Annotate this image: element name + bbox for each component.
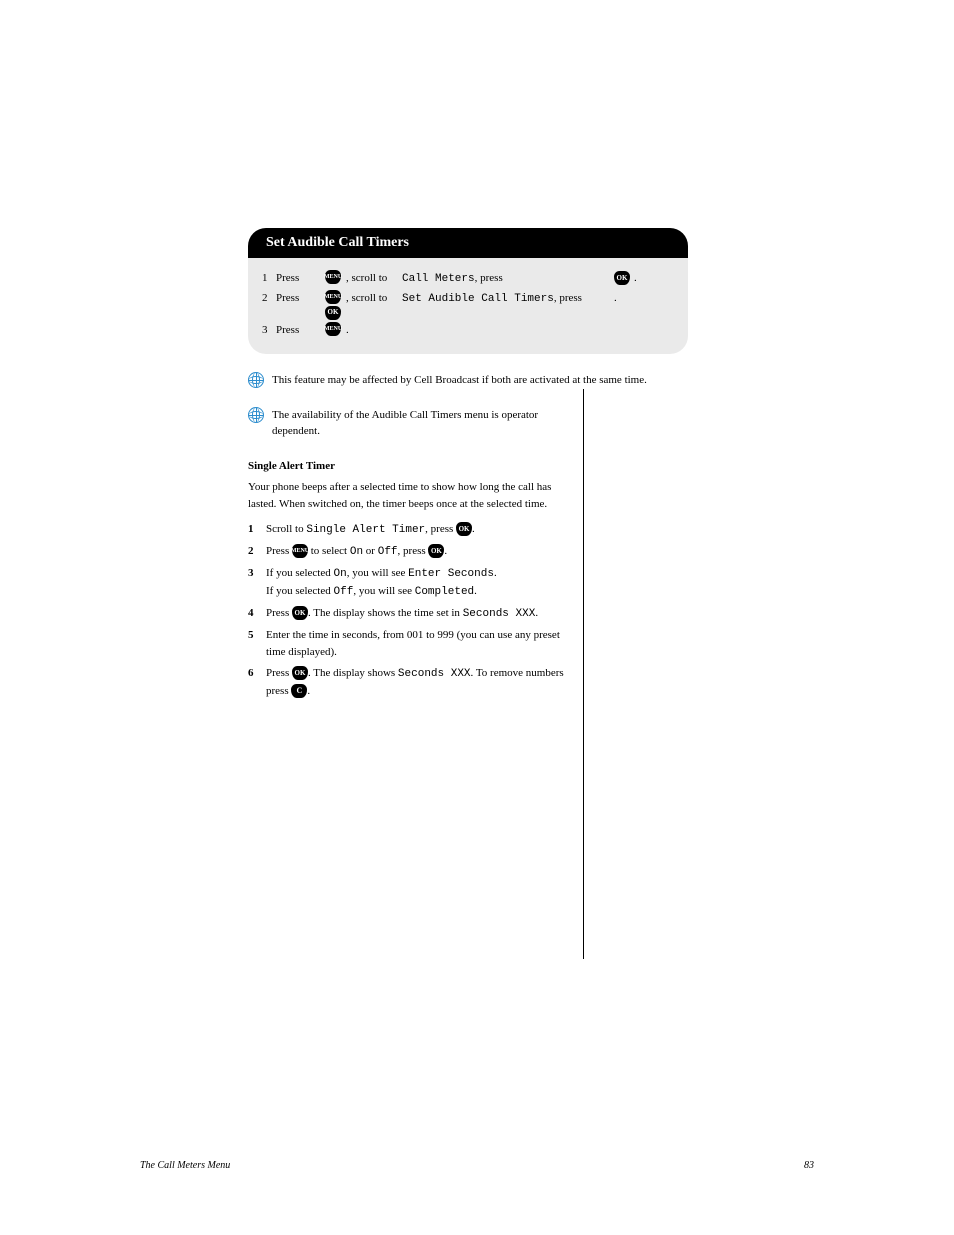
card-title: Set Audible Call Timers: [248, 228, 688, 258]
note-text: This feature may be affected by Cell Bro…: [272, 372, 688, 389]
ok-icon: OK: [614, 271, 630, 285]
step-text: to select: [308, 545, 350, 557]
list-step-3: 3 If you selected On, you will see Enter…: [248, 565, 567, 601]
mono-completed: Completed: [415, 586, 474, 598]
step-text: .: [307, 685, 310, 697]
step-text: .: [444, 545, 447, 557]
mono-single-alert: Single Alert Timer: [306, 524, 425, 536]
ok-icon: OK: [325, 306, 341, 320]
note-1: This feature may be affected by Cell Bro…: [248, 372, 688, 389]
scroll-label: .: [346, 324, 349, 336]
tail-dot: .: [614, 290, 617, 307]
ok-icon: OK: [428, 544, 444, 558]
tail-dot: .: [634, 270, 637, 287]
card-step-1: 1 Press MENU , scroll to Call Meters, pr…: [262, 270, 674, 288]
list-step-1: 1 Scroll to Single Alert Timer, press OK…: [248, 521, 567, 539]
page-number: 83: [804, 1160, 814, 1171]
step-text: .: [494, 567, 497, 579]
step-text: , press: [425, 523, 456, 535]
step-text: Press: [266, 667, 292, 679]
step-text: .: [472, 523, 475, 535]
step-text: Press: [266, 545, 292, 557]
mono-off: Off: [334, 586, 354, 598]
menu-icon: MENU: [325, 322, 341, 336]
step-text: . The display shows: [308, 667, 398, 679]
tail-press: , press: [475, 272, 503, 284]
menu-item-label: Call Meters: [402, 273, 475, 285]
mono-off: Off: [378, 546, 398, 558]
section-heading: Single Alert Timer: [248, 458, 567, 475]
c-icon: C: [291, 684, 307, 698]
card-step-3: 3 Press MENU .: [262, 322, 674, 339]
list-step-6: 6 Press OK. The display shows Seconds XX…: [248, 665, 567, 700]
step-text: Press: [266, 607, 292, 619]
instruction-card: Set Audible Call Timers 1 Press MENU , s…: [248, 228, 688, 354]
column-divider: [583, 389, 591, 959]
mono-on: On: [334, 568, 347, 580]
ok-icon: OK: [456, 522, 472, 536]
step-number: 3: [262, 324, 268, 336]
list-step-5: 5 Enter the time in seconds, from 001 to…: [248, 627, 567, 661]
step-number: 3: [248, 565, 266, 601]
menu-icon: MENU: [325, 270, 341, 284]
step-text: Enter the time in seconds, from 001 to 9…: [266, 629, 560, 658]
step-text: Scroll to: [266, 523, 306, 535]
step-text: If you selected: [266, 567, 334, 579]
note-2: The availability of the Audible Call Tim…: [248, 407, 567, 440]
step-text: or: [363, 545, 378, 557]
card-title-text: Set Audible Call Timers: [266, 235, 409, 251]
step-text: . The display shows the time set in: [308, 607, 463, 619]
step-text: , you will see: [353, 585, 414, 597]
list-step-2: 2 Press MENU to select On or Off, press …: [248, 543, 567, 561]
steps-list: 1 Scroll to Single Alert Timer, press OK…: [248, 521, 567, 700]
press-label: Press: [276, 324, 299, 336]
note-text: The availability of the Audible Call Tim…: [272, 407, 567, 440]
step-text: .: [474, 585, 477, 597]
menu-item-label: Set Audible Call Timers: [402, 293, 554, 305]
card-body: 1 Press MENU , scroll to Call Meters, pr…: [248, 258, 688, 354]
ok-icon: OK: [292, 606, 308, 620]
scroll-label: , scroll to: [346, 292, 387, 304]
step-number: 1: [248, 521, 266, 539]
card-step-2: 2 Press MENU OK , scroll to Set Audible …: [262, 290, 674, 320]
tail-press: , press: [554, 292, 582, 304]
ok-icon: OK: [292, 666, 308, 680]
mono-on: On: [350, 546, 363, 558]
mono-enter-seconds: Enter Seconds: [408, 568, 494, 580]
step-text: .: [535, 607, 538, 619]
footer-title: The Call Meters Menu: [140, 1160, 230, 1171]
mono-seconds-xxx: Seconds XXX: [463, 608, 536, 620]
globe-icon: [248, 372, 264, 388]
step-text: , press: [398, 545, 429, 557]
press-label: Press: [276, 272, 299, 284]
step-number: 4: [248, 605, 266, 623]
step-text: If you selected: [266, 585, 334, 597]
step-number: 2: [262, 292, 268, 304]
step-number: 2: [248, 543, 266, 561]
list-step-4: 4 Press OK. The display shows the time s…: [248, 605, 567, 623]
step-number: 1: [262, 272, 268, 284]
mono-seconds-xxx: Seconds XXX: [398, 668, 471, 680]
menu-icon: MENU: [325, 290, 341, 304]
scroll-label: , scroll to: [346, 272, 387, 284]
section-intro: Your phone beeps after a selected time t…: [248, 479, 567, 513]
step-number: 5: [248, 627, 266, 661]
step-text: , you will see: [347, 567, 408, 579]
step-number: 6: [248, 665, 266, 700]
globe-icon: [248, 407, 264, 423]
page-footer: The Call Meters Menu 83: [140, 1160, 814, 1171]
press-label: Press: [276, 292, 299, 304]
menu-icon: MENU: [292, 544, 308, 558]
